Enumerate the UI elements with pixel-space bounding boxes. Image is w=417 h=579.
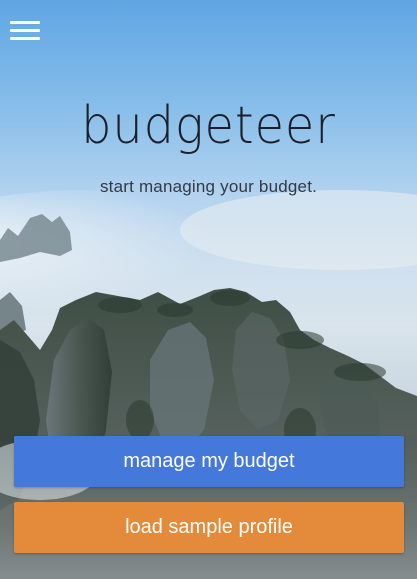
app-title: budgeteer xyxy=(81,96,336,156)
menu-bar-bottom xyxy=(10,37,40,40)
menu-bar-middle xyxy=(10,29,40,32)
manage-budget-label: manage my budget xyxy=(123,450,295,472)
app-tagline: start managing your budget. xyxy=(99,177,318,196)
hamburger-menu-icon[interactable] xyxy=(10,21,40,41)
menu-bar-top xyxy=(10,21,40,24)
background-mountain-photo xyxy=(0,0,417,579)
manage-budget-button[interactable]: manage my budget xyxy=(14,436,404,487)
mountain-landscape-illustration xyxy=(0,190,417,579)
load-sample-profile-button[interactable]: load sample profile xyxy=(14,502,404,553)
load-sample-profile-label: load sample profile xyxy=(125,516,293,538)
